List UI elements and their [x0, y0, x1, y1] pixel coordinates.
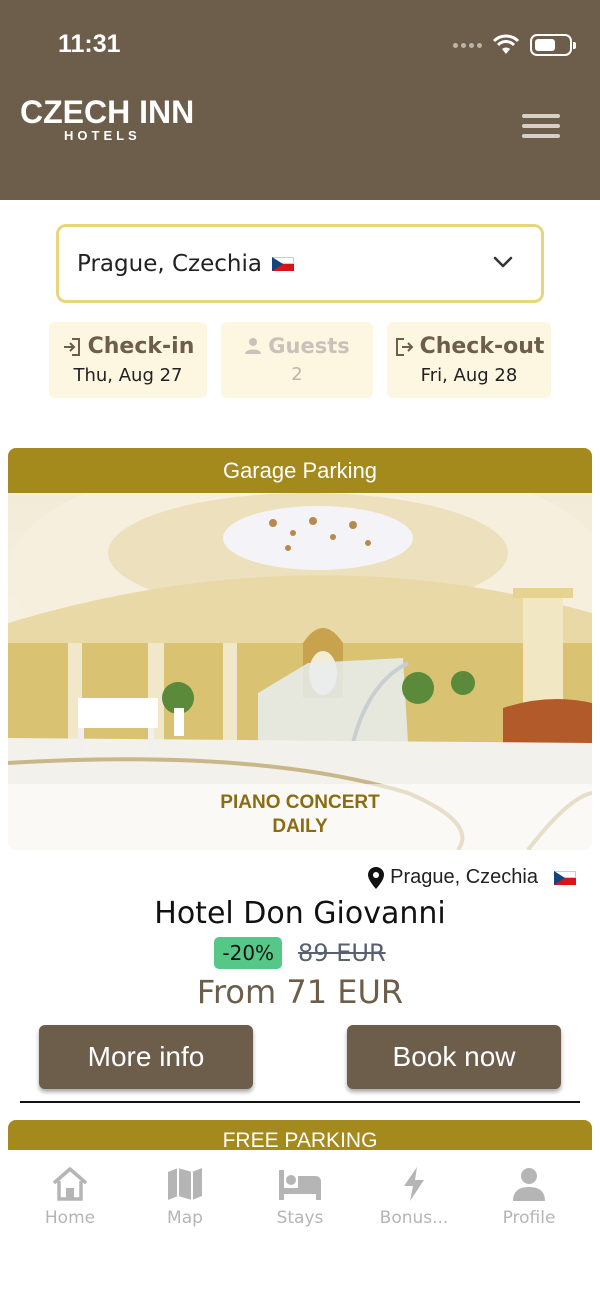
photo-caption-line-1: PIANO CONCERT	[220, 792, 380, 813]
czech-flag-icon	[271, 256, 294, 271]
brand-name: CZECH INN	[20, 94, 195, 130]
location-select[interactable]: Prague, Czechia	[56, 224, 544, 303]
checkin-button[interactable]: Check-in Thu, Aug 27	[49, 322, 207, 398]
more-info-button[interactable]: More info	[39, 1025, 253, 1089]
bed-icon	[279, 1170, 321, 1200]
czech-flag-icon	[554, 870, 576, 885]
hotel-card[interactable]: Garage Parking PIANO CONCERT DAILY	[8, 448, 592, 850]
person-icon	[513, 1168, 545, 1201]
discount-badge: -20%	[214, 937, 283, 969]
tab-stays-label: Stays	[276, 1208, 324, 1228]
hotel-name: Hotel Don Giovanni	[154, 896, 446, 931]
status-time: 11:31	[58, 30, 121, 58]
checkin-label: Check-in	[87, 334, 195, 359]
map-icon	[168, 1168, 202, 1200]
header: 11:31 CZECH INN HOTELS	[0, 0, 600, 200]
book-now-button[interactable]: Book now	[347, 1025, 561, 1089]
menu-button[interactable]	[522, 114, 560, 140]
brand-sub: HOTELS	[64, 128, 141, 143]
hotel-location: Prague, Czechia	[368, 866, 576, 889]
tab-home-label: Home	[44, 1208, 96, 1228]
chevron-down-icon	[493, 256, 513, 268]
from-price: From 71 EUR	[196, 973, 404, 1011]
location-value: Prague, Czechia	[77, 250, 262, 277]
hotel-card-banner: Garage Parking	[8, 448, 592, 493]
person-icon	[245, 338, 262, 354]
location-pin-icon	[368, 866, 385, 889]
signal-icon	[453, 42, 482, 48]
tab-map-label: Map	[167, 1208, 203, 1228]
checkout-date: Fri, Aug 28	[420, 365, 518, 386]
logout-icon	[395, 337, 413, 356]
tab-stays[interactable]: Stays	[245, 1166, 355, 1228]
status-icons	[453, 34, 576, 56]
photo-caption: PIANO CONCERT DAILY	[8, 784, 592, 850]
brand-logo[interactable]: CZECH INN HOTELS	[20, 95, 194, 143]
guests-label: Guests	[268, 334, 350, 358]
guests-button[interactable]: Guests 2	[221, 322, 373, 398]
home-icon	[52, 1167, 88, 1201]
divider	[20, 1101, 580, 1103]
tab-bonus-label: Bonus...	[379, 1208, 449, 1228]
lightning-icon	[404, 1167, 424, 1201]
checkin-date: Thu, Aug 27	[73, 365, 183, 386]
tab-bar: Home Map Stays Bonus... Profile	[0, 1150, 600, 1299]
hotel-photo[interactable]: PIANO CONCERT DAILY	[8, 493, 592, 850]
login-icon	[63, 337, 80, 356]
old-price: 89 EUR	[298, 939, 386, 967]
checkout-label: Check-out	[419, 334, 545, 359]
guests-count: 2	[291, 364, 303, 385]
tab-profile-label: Profile	[502, 1208, 556, 1228]
checkout-button[interactable]: Check-out Fri, Aug 28	[387, 322, 551, 398]
tab-bonus[interactable]: Bonus...	[359, 1166, 469, 1228]
price-line: -20% 89 EUR	[0, 937, 600, 969]
hotel-location-text: Prague, Czechia	[390, 866, 538, 888]
wifi-icon	[492, 34, 520, 54]
battery-icon	[530, 34, 576, 56]
photo-caption-line-2: DAILY	[272, 816, 328, 837]
tab-profile[interactable]: Profile	[474, 1166, 584, 1228]
tab-home[interactable]: Home	[15, 1166, 125, 1228]
tab-map[interactable]: Map	[130, 1166, 240, 1228]
